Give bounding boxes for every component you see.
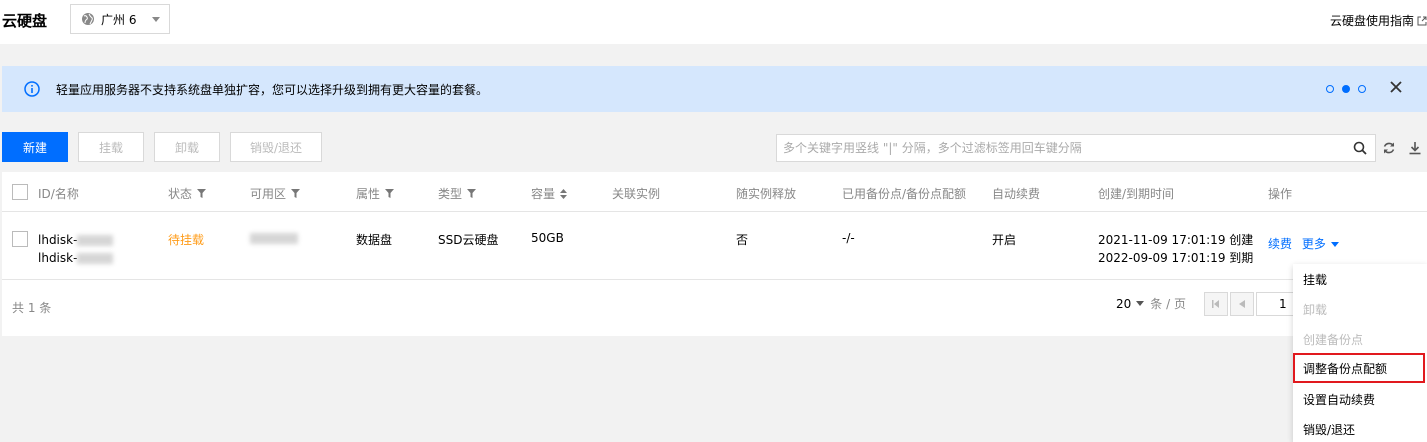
carousel-dot-active[interactable] (1342, 85, 1350, 93)
attribute-cell: 数据盘 (356, 233, 393, 247)
created-time: 2021-11-09 17:01:19 创建 (1098, 233, 1254, 247)
column-status-label: 状态 (168, 187, 193, 201)
more-menu-toggle[interactable]: 更多 (1302, 237, 1339, 251)
column-zone-label: 可用区 (250, 187, 287, 201)
column-release: 随实例释放 (736, 185, 796, 202)
column-time-label: 创建/到期时间 (1098, 187, 1175, 201)
header: 云硬盘 广州 6 云硬盘使用指南 (0, 0, 1427, 44)
region-select[interactable]: 广州 6 (70, 4, 170, 34)
type-cell: SSD云硬盘 (438, 233, 499, 247)
menu-item-mount[interactable]: 挂载 (1293, 264, 1427, 294)
column-release-label: 随实例释放 (736, 187, 797, 201)
column-instance-label: 关联实例 (612, 187, 661, 201)
destroy-button[interactable]: 销毁/退还 (230, 132, 322, 162)
caret-down-icon (1330, 242, 1339, 247)
menu-item-destroy[interactable]: 销毁/退还 (1293, 414, 1427, 442)
table-footer: 共 1 条 20 条 / 页 1 (2, 280, 1427, 336)
carousel-dot[interactable] (1358, 85, 1366, 93)
backup-cell: -/- (842, 231, 855, 245)
menu-item-unmount[interactable]: 卸载 (1293, 294, 1427, 324)
time-cell: 2021-11-09 17:01:19 创建 2022-09-09 17:01:… (1098, 231, 1253, 267)
carousel-dots (1326, 85, 1366, 93)
column-time: 创建/到期时间 (1098, 185, 1174, 202)
page-size-value: 20 (1116, 296, 1132, 311)
refresh-icon[interactable] (1382, 141, 1396, 155)
notice-text: 轻量应用服务器不支持系统盘单独扩容，您可以选择升级到拥有更大容量的套餐。 (56, 83, 489, 97)
menu-item-create-backup[interactable]: 创建备份点 (1293, 324, 1427, 354)
column-ops: 操作 (1268, 185, 1292, 202)
table-header: ID/名称 状态 可用区 属性 类型 容量 关联实例 随实例释放 已用备份点/备… (2, 172, 1427, 212)
guide-link[interactable]: 云硬盘使用指南 (1330, 12, 1427, 29)
release-cell: 否 (736, 233, 749, 247)
page-size-unit: 条 / 页 (1150, 297, 1186, 311)
column-ops-label: 操作 (1268, 187, 1293, 201)
column-id: ID/名称 (38, 185, 79, 202)
more-dropdown-menu: 挂载 卸载 创建备份点 调整备份点配额 设置自动续费 销毁/退还 (1293, 264, 1427, 442)
expire-time: 2022-09-09 17:01:19 到期 (1098, 251, 1254, 265)
filter-icon[interactable] (467, 189, 477, 198)
more-label: 更多 (1301, 237, 1326, 251)
column-type[interactable]: 类型 (438, 185, 477, 202)
search-input[interactable] (777, 135, 1337, 161)
carousel-dot[interactable] (1326, 85, 1334, 93)
first-page-button[interactable] (1204, 292, 1228, 316)
menu-item-adjust-backup-quota[interactable]: 调整备份点配额 (1293, 353, 1425, 383)
download-icon[interactable] (1408, 141, 1422, 155)
page-size-select[interactable]: 20 条 / 页 (1116, 295, 1186, 312)
search-icon[interactable] (1353, 141, 1367, 155)
column-attribute-label: 属性 (356, 187, 381, 201)
renew-link[interactable]: 续费 (1268, 237, 1292, 251)
disk-id-cell: lhdisk- lhdisk- (38, 231, 114, 267)
column-type-label: 类型 (438, 187, 463, 201)
column-backup: 已用备份点/备份点配额 (842, 185, 966, 202)
info-icon (24, 81, 40, 97)
column-backup-label: 已用备份点/备份点配额 (842, 187, 967, 201)
filter-icon[interactable] (291, 189, 301, 198)
unmount-button[interactable]: 卸载 (154, 132, 220, 162)
chevron-down-icon (152, 17, 160, 22)
ops-cell: 续费 更多 (1268, 235, 1339, 252)
close-icon[interactable] (1389, 80, 1403, 94)
column-attribute[interactable]: 属性 (356, 185, 395, 202)
globe-icon (82, 13, 94, 25)
disk-id-link[interactable]: lhdisk- (38, 233, 77, 247)
total-count: 共 1 条 (12, 301, 52, 315)
disk-table: ID/名称 状态 可用区 属性 类型 容量 关联实例 随实例释放 已用备份点/备… (2, 172, 1427, 336)
column-capacity-label: 容量 (531, 187, 556, 201)
filter-icon[interactable] (385, 189, 395, 198)
prev-page-button[interactable] (1230, 292, 1254, 316)
notice-banner: 轻量应用服务器不支持系统盘单独扩容，您可以选择升级到拥有更大容量的套餐。 (2, 66, 1427, 112)
column-zone[interactable]: 可用区 (250, 185, 301, 202)
redacted-zone (250, 233, 298, 244)
filter-icon[interactable] (197, 189, 207, 198)
select-all-checkbox[interactable] (12, 184, 28, 200)
redacted-name (77, 253, 114, 264)
status-badge: 待挂载 (168, 233, 205, 247)
column-auto-renew: 自动续费 (992, 185, 1040, 202)
guide-link-label: 云硬盘使用指南 (1329, 14, 1414, 28)
prev-page-icon (1239, 300, 1245, 308)
region-label: 广州 6 (101, 12, 137, 27)
column-instance: 关联实例 (612, 185, 660, 202)
search-box (776, 134, 1376, 162)
caret-down-icon (1136, 301, 1145, 306)
external-link-icon (1417, 16, 1427, 25)
column-status[interactable]: 状态 (168, 185, 207, 202)
row-checkbox[interactable] (12, 231, 28, 247)
capacity-cell: 50GB (531, 231, 564, 245)
create-button[interactable]: 新建 (2, 132, 68, 162)
table-row: lhdisk- lhdisk- 待挂载 数据盘 SSD云硬盘 50GB 否 -/… (2, 213, 1427, 280)
zone-cell (250, 231, 298, 245)
redacted-id (77, 235, 114, 246)
disk-name: lhdisk- (38, 251, 78, 265)
sort-icon[interactable] (560, 188, 568, 199)
mount-button[interactable]: 挂载 (78, 132, 144, 162)
first-page-icon (1212, 300, 1219, 308)
page-title: 云硬盘 (2, 12, 48, 30)
column-capacity[interactable]: 容量 (531, 185, 568, 202)
column-id-label: ID/名称 (38, 187, 79, 201)
auto-renew-cell: 开启 (992, 233, 1017, 247)
menu-item-auto-renew[interactable]: 设置自动续费 (1293, 384, 1427, 414)
column-auto-renew-label: 自动续费 (992, 187, 1041, 201)
